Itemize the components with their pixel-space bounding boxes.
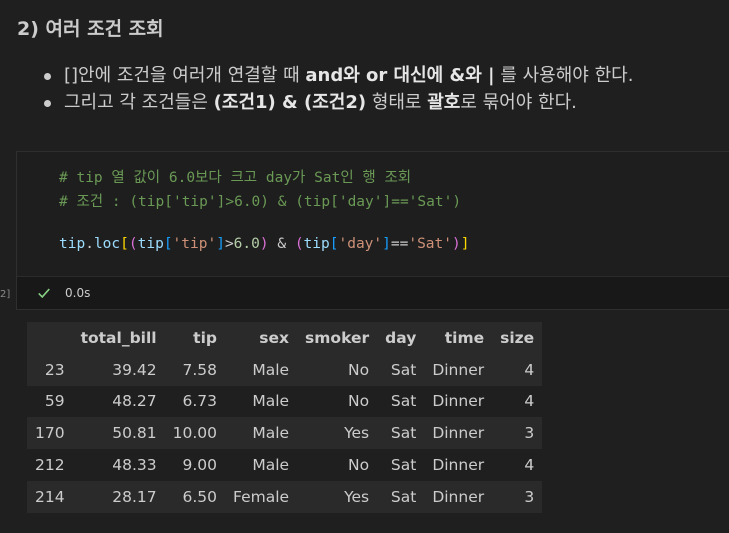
table-cell: Yes — [297, 417, 378, 450]
execution-status: 0.0s — [37, 286, 90, 300]
markdown-bullet-list: []안에 조건을 여러개 연결할 때 and와 or 대신에 &와 | 를 사용… — [40, 62, 633, 116]
bullet-item: 그리고 각 조건들은 (조건1) & (조건2) 형태로 괄호로 묶어야 한다. — [40, 89, 633, 116]
bullet-dot — [44, 73, 51, 80]
table-cell: Dinner — [424, 417, 493, 450]
table-cell: Sat — [377, 353, 425, 386]
table-row-index: 23 — [27, 353, 73, 386]
table-column-header: tip — [164, 322, 225, 354]
table-column-header: smoker — [297, 322, 378, 354]
table-cell: 6.73 — [164, 385, 225, 418]
table-cell: Dinner — [424, 480, 493, 513]
table-cell: Sat — [377, 449, 425, 481]
bullet-bold-text: and와 or 대신에 &와 | — [305, 65, 495, 86]
execution-time: 0.0s — [65, 286, 91, 300]
table-cell: 3 — [492, 417, 543, 450]
bullet-text: 로 묶어야 한다. — [460, 92, 577, 113]
table-cell: Sat — [377, 417, 425, 450]
table-cell: 4 — [492, 353, 543, 386]
table-column-header: size — [492, 322, 543, 354]
table-cell: Dinner — [424, 353, 493, 386]
bullet-text: 를 사용해야 한다. — [494, 65, 634, 86]
table-cell: 10.00 — [164, 417, 225, 450]
table-column-header: time — [424, 322, 493, 354]
table-cell: Male — [225, 417, 298, 450]
table-cell: 48.27 — [72, 385, 165, 418]
bullet-dot — [44, 100, 51, 107]
table-cell: 7.58 — [164, 353, 225, 386]
bullet-item: []안에 조건을 여러개 연결할 때 and와 or 대신에 &와 | 를 사용… — [40, 62, 633, 89]
table-cell: Male — [225, 353, 298, 386]
table-cell: 48.33 — [72, 449, 165, 481]
table-cell: Dinner — [424, 449, 493, 481]
table-header-row: total_bill tip sex smoker day time size — [27, 322, 543, 354]
table-row: 214 28.17 6.50 Female Yes Sat Dinner 3 — [27, 480, 543, 513]
table-cell: 28.17 — [72, 480, 165, 513]
table-cell: Yes — [297, 480, 378, 513]
table-row-index: 59 — [27, 385, 73, 418]
table-cell: 6.50 — [164, 480, 225, 513]
code-comment-line: # tip 열 값이 6.0보다 크고 day가 Sat인 행 조회 — [59, 170, 412, 186]
bullet-text: []안에 조건을 여러개 연결할 때 — [64, 65, 306, 86]
code-line: tip.loc[(tip['tip']>6.0) & (tip['day']==… — [59, 236, 470, 252]
bullet-bold-text: 괄호 — [427, 92, 461, 113]
table-cell: Dinner — [424, 385, 493, 418]
table-cell: 3 — [492, 480, 543, 513]
table-cell: No — [297, 385, 378, 418]
code-cell[interactable]: # tip 열 값이 6.0보다 크고 day가 Sat인 행 조회 # 조건 … — [16, 151, 729, 310]
table-row: 59 48.27 6.73 Male No Sat Dinner 4 — [27, 385, 543, 418]
table-row: 23 39.42 7.58 Male No Sat Dinner 4 — [27, 353, 543, 386]
table-column-header: total_bill — [72, 322, 165, 354]
bullet-bold-text: (조건1) & (조건2) — [213, 92, 367, 113]
section-heading: 2) 여러 조건 조회 — [17, 18, 164, 40]
table-cell: 39.42 — [72, 353, 165, 386]
table-cell: Sat — [377, 385, 425, 418]
table-index-header — [27, 322, 73, 354]
table-body: 23 39.42 7.58 Male No Sat Dinner 4 59 48.27 6.73 Ma… — [27, 353, 543, 513]
table-cell: 4 — [492, 385, 543, 418]
table-cell: 9.00 — [164, 449, 225, 481]
table-row-index: 170 — [27, 417, 73, 450]
table-cell: Sat — [377, 480, 425, 513]
table-cell: No — [297, 449, 378, 481]
table-row: 170 50.81 10.00 Male Yes Sat Dinner 3 — [27, 417, 543, 450]
notebook-page: 2) 여러 조건 조회 []안에 조건을 여러개 연결할 때 and와 or 대… — [0, 0, 729, 533]
bullet-text: 그리고 각 조건들은 — [64, 92, 214, 113]
table-row-index: 214 — [27, 480, 73, 513]
code-editor[interactable]: # tip 열 값이 6.0보다 크고 day가 Sat인 행 조회 # 조건 … — [17, 152, 729, 277]
table-cell: Female — [225, 480, 298, 513]
table-cell: No — [297, 353, 378, 386]
table-row: 212 48.33 9.00 Male No Sat Dinner 4 — [27, 449, 543, 481]
table-row-index: 212 — [27, 449, 73, 481]
bullet-text: 형태로 — [366, 92, 428, 113]
table-column-header: sex — [225, 322, 298, 354]
table-cell: Male — [225, 449, 298, 481]
table-cell: Male — [225, 385, 298, 418]
execution-count: 2] — [0, 289, 11, 300]
table-column-header: day — [377, 322, 425, 354]
dataframe-output-table: total_bill tip sex smoker day time size 23 39.4… — [27, 322, 543, 513]
table-cell: 4 — [492, 449, 543, 481]
table-cell: 50.81 — [72, 417, 165, 450]
code-comment-line: # 조건 : (tip['tip']>6.0) & (tip['day']=='… — [59, 194, 462, 210]
check-icon — [38, 288, 50, 299]
